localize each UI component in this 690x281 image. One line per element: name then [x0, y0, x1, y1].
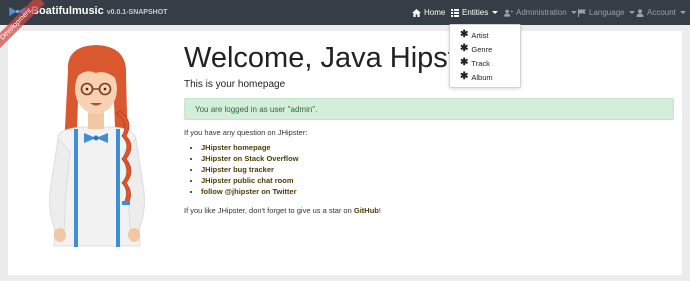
list-item: JHipster homepage [201, 142, 299, 153]
star-prefix: If you like JHipster, don't forget to gi… [184, 206, 354, 215]
home-icon [412, 8, 421, 17]
nav-administration-label: Administration [516, 8, 567, 17]
user-plus-icon [504, 9, 513, 17]
alert-text: You are logged in as user "admin". [195, 105, 318, 114]
flag-icon [578, 8, 586, 17]
jhipster-links-list: JHipster homepage JHipster on Stack Over… [190, 142, 299, 197]
menu-item-label: Artist [471, 30, 489, 40]
list-item: JHipster public chat room [201, 175, 299, 186]
star-suffix: ! [378, 206, 381, 215]
nav-account[interactable]: Account [636, 0, 686, 25]
chevron-down-icon [679, 11, 686, 14]
asterisk-icon: ✱ [460, 29, 469, 40]
chevron-down-icon [628, 11, 635, 14]
nav-entities-label: Entities [462, 8, 489, 17]
asterisk-icon: ✱ [460, 43, 469, 54]
menu-item-artist[interactable]: ✱ Artist [460, 29, 488, 41]
list-item: JHipster bug tracker [201, 164, 299, 175]
stack-overflow-link[interactable]: JHipster on Stack Overflow [201, 154, 299, 163]
nav-account-label: Account [647, 8, 676, 17]
menu-item-album[interactable]: ✱ Album [460, 71, 493, 83]
github-link[interactable]: GitHub [354, 206, 379, 215]
brand-name: Boatifulmusic [31, 5, 104, 17]
bug-tracker-link[interactable]: JHipster bug tracker [201, 165, 274, 174]
list-icon [451, 8, 459, 17]
nav-language[interactable]: Language [578, 0, 635, 25]
page-subtitle: This is your homepage [184, 79, 286, 90]
login-status-alert: You are logged in as user "admin". [184, 98, 674, 120]
user-icon [636, 8, 644, 17]
brand-version: v0.0.1-SNAPSHOT [106, 8, 168, 16]
nav-home-label: Home [424, 8, 446, 17]
question-text: If you have any question on JHipster: [184, 128, 308, 137]
twitter-link[interactable]: follow @jhipster on Twitter [201, 187, 297, 196]
entities-dropdown-menu: ✱ Artist ✱ Genre ✱ Track ✱ Album [449, 24, 521, 88]
chevron-down-icon [570, 11, 577, 14]
nav-administration[interactable]: Administration [504, 0, 577, 25]
menu-item-genre[interactable]: ✱ Genre [460, 43, 492, 55]
list-item: follow @jhipster on Twitter [201, 186, 299, 197]
asterisk-icon: ✱ [460, 71, 469, 82]
nav-home[interactable]: Home [412, 0, 445, 25]
page-title: Welcome, Java Hipster! [184, 42, 490, 74]
nav-entities[interactable]: Entities [451, 0, 499, 25]
main-content-card: Welcome, Java Hipster! This is your home… [8, 31, 682, 275]
hipster-illustration [49, 45, 145, 247]
asterisk-icon: ✱ [460, 57, 469, 68]
chat-room-link[interactable]: JHipster public chat room [201, 176, 294, 185]
menu-item-track[interactable]: ✱ Track [460, 57, 490, 69]
navbar: Boatifulmusic v0.0.1-SNAPSHOT Home Entit… [0, 0, 690, 25]
nav-language-label: Language [589, 8, 625, 17]
github-star-text: If you like JHipster, don't forget to gi… [184, 206, 381, 215]
list-item: JHipster on Stack Overflow [201, 153, 299, 164]
menu-item-label: Track [471, 58, 490, 68]
chevron-down-icon [492, 11, 499, 14]
menu-item-label: Genre [471, 44, 493, 54]
menu-item-label: Album [471, 72, 493, 82]
jhipster-homepage-link[interactable]: JHipster homepage [201, 143, 271, 152]
